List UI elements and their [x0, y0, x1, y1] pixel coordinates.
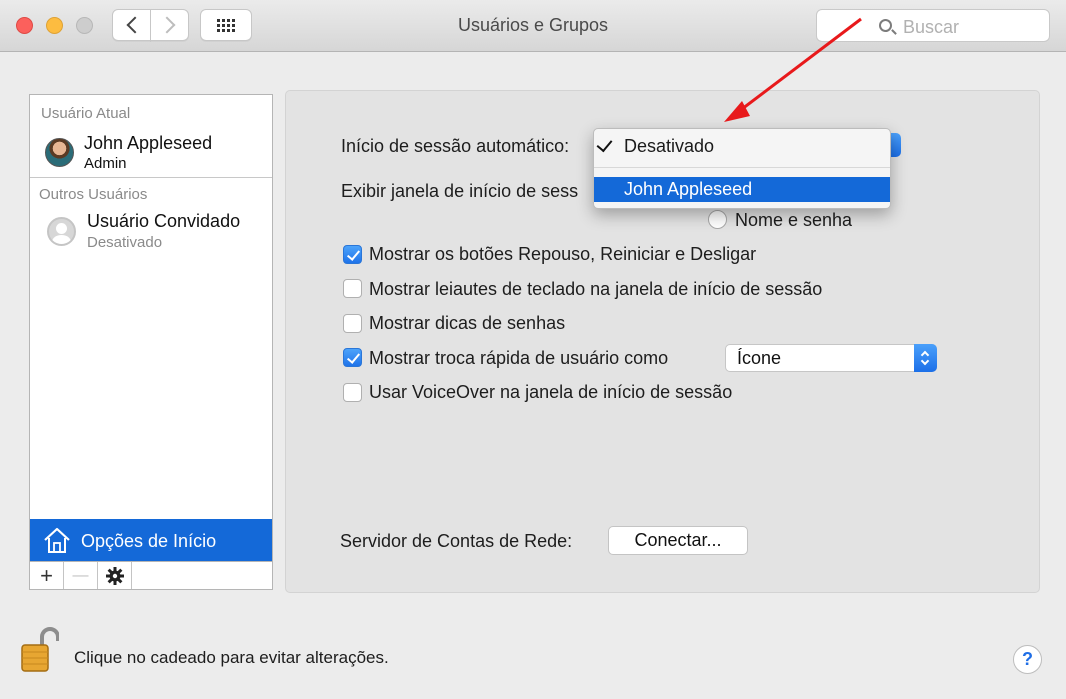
guest-avatar-icon	[47, 217, 76, 246]
keyboard-layouts-label: Mostrar leiautes de teclado na janela de…	[369, 279, 823, 299]
voiceover-label: Usar VoiceOver na janela de início de se…	[369, 382, 733, 402]
menu-item-label: Desativado	[624, 136, 715, 156]
user-item-john[interactable]: John Appleseed Admin	[30, 129, 272, 177]
fast-switch-select-value: Ícone	[737, 348, 782, 368]
auto-login-menu: Desativado John Appleseed	[593, 128, 891, 209]
checkmark-icon	[596, 135, 613, 153]
name-password-label: Nome e senha	[735, 210, 853, 230]
network-server-label: Servidor de Contas de Rede:	[340, 531, 573, 551]
help-button[interactable]: ?	[1013, 645, 1042, 674]
chevron-down-icon	[920, 356, 930, 366]
keyboard-layouts-checkbox[interactable]	[343, 279, 362, 298]
sleep-restart-label: Mostrar os botões Repouso, Reiniciar e D…	[369, 244, 757, 264]
login-options-item[interactable]: Opções de Início	[30, 519, 272, 561]
login-options-label: Opções de Início	[81, 531, 217, 551]
section-divider	[30, 177, 272, 178]
fast-user-switching-checkbox[interactable]	[343, 348, 362, 367]
menu-separator	[594, 167, 890, 168]
search-placeholder: Buscar	[903, 17, 960, 37]
title-bar: Usuários e Grupos Buscar	[0, 0, 1066, 52]
connect-button[interactable]: Conectar...	[608, 526, 748, 555]
password-hints-checkbox[interactable]	[343, 314, 362, 333]
sidebar-toolbar: + —	[30, 561, 272, 589]
fast-switch-select[interactable]: Ícone	[725, 344, 937, 372]
lock-icon[interactable]	[19, 623, 59, 673]
display-login-window-label: Exibir janela de início de sess	[341, 181, 579, 201]
gear-icon	[105, 566, 124, 585]
auto-login-label: Início de sessão automático:	[341, 136, 570, 156]
select-stepper	[914, 344, 937, 372]
user-name: Usuário Convidado	[87, 211, 241, 231]
voiceover-checkbox[interactable]	[343, 383, 362, 402]
search-field[interactable]: Buscar	[816, 9, 1050, 42]
search-icon	[879, 19, 892, 32]
users-sidebar: Usuário Atual John Appleseed Admin Outro…	[29, 94, 273, 590]
menu-item-disabled[interactable]: Desativado	[594, 134, 890, 159]
lock-message: Clique no cadeado para evitar alterações…	[74, 648, 389, 667]
current-user-header: Usuário Atual	[41, 105, 131, 122]
add-user-button[interactable]: +	[30, 562, 64, 589]
user-item-guest[interactable]: Usuário Convidado Desativado	[30, 207, 272, 257]
name-password-radio[interactable]	[708, 210, 727, 229]
user-role: Admin	[84, 155, 127, 172]
password-hints-label: Mostrar dicas de senhas	[369, 313, 566, 333]
avatar	[45, 138, 74, 167]
action-menu-button[interactable]	[98, 562, 132, 589]
sleep-restart-checkbox[interactable]	[343, 245, 362, 264]
menu-item-john-appleseed[interactable]: John Appleseed	[594, 177, 890, 202]
fast-user-switching-label: Mostrar troca rápida de usuário como	[369, 348, 669, 368]
menu-item-label: John Appleseed	[624, 179, 753, 199]
user-status: Desativado	[87, 234, 163, 251]
other-users-header: Outros Usuários	[39, 186, 148, 203]
house-icon	[44, 527, 70, 553]
user-name: John Appleseed	[84, 133, 213, 153]
remove-user-button[interactable]: —	[64, 562, 98, 589]
